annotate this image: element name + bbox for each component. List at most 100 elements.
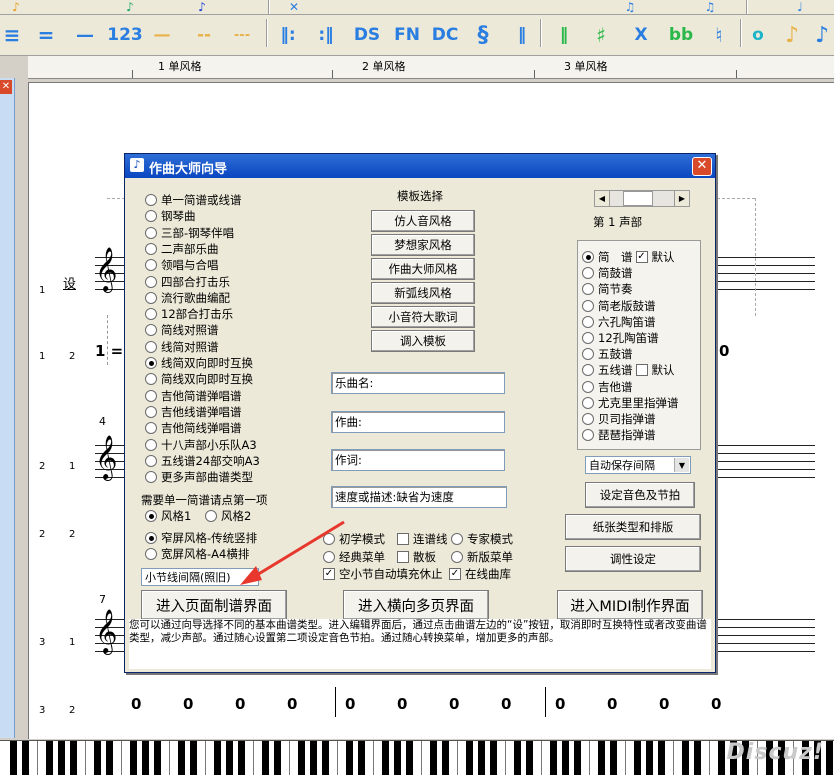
style2-radio[interactable]: 风格2 <box>205 508 251 524</box>
voice-type-radio[interactable]: 12孔陶笛谱 <box>582 330 659 346</box>
radio-icon[interactable] <box>145 422 157 435</box>
close-button[interactable]: ✕ <box>692 157 712 176</box>
enter-page-mode-button[interactable]: 进入页面制谱界面 <box>141 590 287 620</box>
double-line-icon[interactable]: = <box>34 15 58 55</box>
radio-icon[interactable] <box>582 429 594 442</box>
radio-icon[interactable] <box>582 364 594 377</box>
piano-white-key[interactable] <box>362 741 374 775</box>
staccato-checkbox[interactable]: 连谱线 <box>397 531 448 547</box>
piano-white-key[interactable] <box>830 741 834 775</box>
piano-white-key[interactable] <box>158 741 170 775</box>
template-button[interactable]: 作曲大师风格 <box>371 258 475 280</box>
piano-white-key[interactable] <box>410 741 422 775</box>
voice-type-radio[interactable]: 五鼓谱 <box>582 346 633 362</box>
score-type-radio[interactable]: 线简双向即时互换 <box>145 355 253 371</box>
piano-white-key[interactable] <box>74 741 86 775</box>
template-button[interactable]: 仿人音风格 <box>371 210 475 232</box>
loose-checkbox[interactable]: 散板 <box>397 549 436 565</box>
setting-button[interactable]: 设 <box>63 273 76 292</box>
piano-white-key[interactable] <box>446 741 458 775</box>
template-button[interactable]: 小音符大歌词 <box>371 306 475 328</box>
score-type-radio[interactable]: 吉他简线弹唱谱 <box>145 420 242 436</box>
radio-icon[interactable] <box>582 315 594 328</box>
radio-icon[interactable] <box>582 348 594 361</box>
half-note-button[interactable]: ♪ <box>780 15 804 55</box>
segno-icon[interactable]: § <box>466 15 500 55</box>
dash-icon[interactable]: — <box>150 15 174 55</box>
dots-icon[interactable]: --- <box>228 15 256 55</box>
voice-type-radio[interactable]: 吉他谱 <box>582 379 633 395</box>
radio-icon[interactable] <box>145 194 157 206</box>
double-flat-button[interactable]: bb <box>666 15 696 55</box>
tone-tempo-button[interactable]: 设定音色及节拍 <box>585 482 695 508</box>
score-type-radio[interactable]: 三部-钢琴伴唱 <box>145 225 234 241</box>
barline-icon[interactable]: ‖ <box>552 15 576 55</box>
beginner-mode-radio[interactable]: 初学模式 <box>323 531 385 547</box>
fine-button[interactable]: FN <box>390 15 424 55</box>
piano-white-key[interactable] <box>698 741 710 775</box>
radio-icon[interactable] <box>582 396 594 409</box>
natural-icon[interactable]: ♮ <box>704 15 734 55</box>
classic-menu-radio[interactable]: 经典菜单 <box>323 549 385 565</box>
radio-icon[interactable] <box>582 380 594 393</box>
default-checkbox[interactable]: ✓ <box>635 251 648 263</box>
piano-white-key[interactable] <box>242 741 254 775</box>
template-button[interactable]: 新弧线风格 <box>371 282 475 304</box>
line-spacing-icon[interactable]: ≡ <box>2 15 22 55</box>
radio-icon[interactable] <box>145 291 157 304</box>
radio-icon[interactable] <box>145 405 157 418</box>
paper-layout-button[interactable]: 纸张类型和排版 <box>565 514 701 540</box>
piano-keyboard[interactable] <box>0 740 834 775</box>
repeat-end-icon[interactable]: :‖ <box>314 15 338 55</box>
radio-icon[interactable] <box>582 413 594 425</box>
repeat-start-icon[interactable]: ‖: <box>276 15 300 55</box>
radio-icon[interactable] <box>145 275 157 288</box>
voice-type-radio[interactable]: 六孔陶笛谱 <box>582 314 656 330</box>
lyricist-field[interactable]: 作词: <box>331 449 505 471</box>
piano-white-key[interactable] <box>326 741 338 775</box>
note-tool-icon[interactable]: ♪ <box>120 0 140 14</box>
composer-field[interactable]: 作曲: <box>331 411 505 433</box>
double-sharp-button[interactable]: X <box>626 15 656 55</box>
template-button[interactable]: 调入模板 <box>371 330 475 352</box>
autofill-checkbox[interactable]: ✓ 空小节自动填充休止 <box>323 566 443 582</box>
key-setting-button[interactable]: 调性设定 <box>565 546 701 572</box>
tool-icon[interactable]: ♫ <box>700 0 720 14</box>
voice-type-radio[interactable]: 简 谱 ✓ 默认 <box>582 249 675 265</box>
radio-icon[interactable] <box>145 340 157 353</box>
score-type-radio[interactable]: 流行歌曲编配 <box>145 290 230 306</box>
radio-icon[interactable] <box>145 357 157 369</box>
song-name-field[interactable]: 乐曲名: <box>331 372 505 394</box>
autosave-select[interactable]: 自动保存间隔 ▼ <box>585 456 691 474</box>
whole-note-icon[interactable]: o <box>746 15 770 55</box>
voice-scrollbar[interactable]: ◀ ▶ <box>594 190 690 207</box>
radio-icon[interactable] <box>582 299 594 312</box>
radio-icon[interactable] <box>145 226 157 239</box>
dal-segno-button[interactable]: DS <box>350 15 384 55</box>
piano-white-key[interactable] <box>194 741 206 775</box>
voice-type-radio[interactable]: 琵琶指弹谱 <box>582 427 656 443</box>
score-type-radio[interactable]: 吉他简谱弹唱谱 <box>145 388 242 404</box>
tempo-field[interactable]: 速度或描述:缺省为速度 <box>331 486 507 508</box>
radio-icon[interactable] <box>145 242 157 255</box>
voice-type-radio[interactable]: 尤克里里指弹谱 <box>582 395 679 411</box>
score-type-radio[interactable]: 二声部乐曲 <box>145 241 219 257</box>
piano-white-key[interactable] <box>278 741 290 775</box>
online-library-checkbox[interactable]: ✓ 在线曲库 <box>449 566 511 582</box>
new-menu-radio[interactable]: 新版菜单 <box>451 549 513 565</box>
piano-white-key[interactable] <box>494 741 506 775</box>
enter-horizontal-mode-button[interactable]: 进入横向多页界面 <box>343 590 489 620</box>
radio-icon[interactable] <box>145 471 157 484</box>
numbered-notation-button[interactable]: 123 <box>107 15 143 55</box>
radio-icon[interactable] <box>582 251 594 263</box>
radio-icon[interactable] <box>145 308 157 321</box>
radio-icon[interactable] <box>145 454 157 467</box>
piano-white-key[interactable] <box>578 741 590 775</box>
narrow-style-radio[interactable]: 窄屏风格-传统竖排 <box>145 530 257 546</box>
score-type-radio[interactable]: 简线双向即时互换 <box>145 371 253 387</box>
score-type-radio[interactable]: 十八声部小乐队A3 <box>145 437 257 453</box>
voice-type-radio[interactable]: 五线谱 默认 <box>582 362 675 378</box>
tool-icon[interactable]: ♫ <box>620 0 640 14</box>
radio-icon[interactable] <box>145 210 157 223</box>
dialog-titlebar[interactable]: ♪ 作曲大师向导 ✕ <box>125 154 715 178</box>
